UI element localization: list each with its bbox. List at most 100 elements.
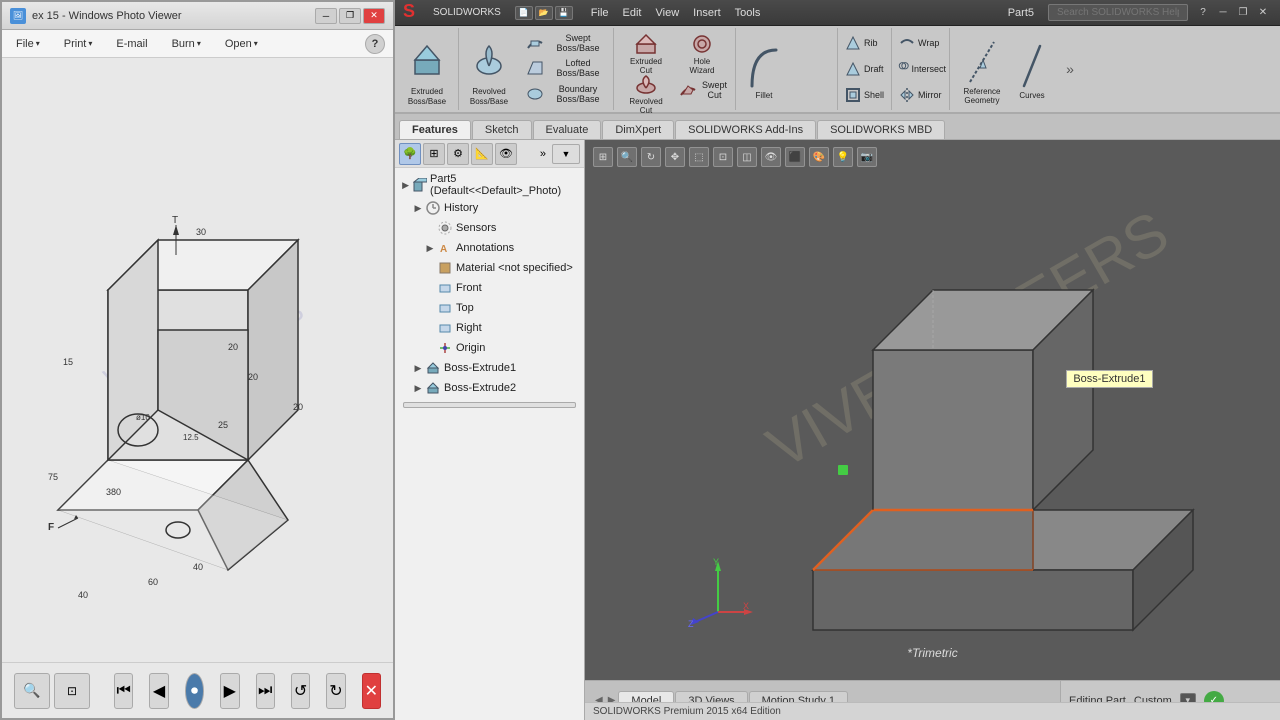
tree-sensors-label: Sensors [456, 222, 496, 234]
tab-features[interactable]: Features [399, 120, 471, 139]
pv-burn-menu[interactable]: Burn ▾ [166, 36, 207, 52]
expand-toolbar-button[interactable]: » [1062, 28, 1078, 110]
rib-button[interactable]: Rib [842, 30, 890, 56]
mirror-button[interactable]: Mirror [896, 82, 948, 108]
part-icon [412, 177, 427, 193]
sw-feature-tree-panel: 🌳 ⊞ ⚙ 📐 👁 » ▼ ▶ Part5 (Default<<Default>… [395, 140, 585, 720]
fillet-button[interactable]: Fillet [740, 30, 788, 112]
tab-solidworks-mbd[interactable]: SOLIDWORKS MBD [817, 120, 945, 139]
tree-origin-item[interactable]: Origin [395, 338, 584, 358]
tab-dimxpert[interactable]: DimXpert [602, 120, 674, 139]
sw-file-menu[interactable]: File [585, 5, 615, 21]
svg-text:380: 380 [106, 487, 121, 497]
delete-button[interactable]: ✕ [362, 673, 381, 709]
new-button[interactable]: 📄 [515, 6, 533, 20]
tree-front-item[interactable]: Front [395, 278, 584, 298]
sw-help-button[interactable]: ? [1194, 5, 1212, 21]
revolved-cut-button[interactable]: RevolvedCut [618, 70, 674, 110]
tree-boss-extrude2-expand[interactable]: ▶ [411, 381, 425, 395]
wrap-button[interactable]: Wrap [896, 30, 948, 56]
pv-open-menu[interactable]: Open ▾ [219, 36, 264, 52]
tree-right-item[interactable]: Right [395, 318, 584, 338]
sw-minimize-button[interactable]: ─ [1214, 5, 1232, 21]
feature-tree-icon[interactable]: 🌳 [399, 143, 421, 165]
fillet-icon [748, 42, 780, 90]
sw-close-button[interactable]: ✕ [1254, 5, 1272, 21]
rollback-bar[interactable] [403, 402, 576, 408]
svg-text:12.5: 12.5 [183, 433, 199, 442]
fit-button[interactable]: ⊡ [54, 673, 90, 709]
configuration-manager-icon[interactable]: ⚙ [447, 143, 469, 165]
hole-wizard-button[interactable]: HoleWizard [674, 30, 730, 70]
tree-boss-extrude1-expand[interactable]: ▶ [411, 361, 425, 375]
boundary-boss-base-button[interactable]: Boundary Boss/Base [521, 81, 611, 108]
prev-button[interactable]: ⏮ [114, 673, 133, 709]
tree-history-item[interactable]: ▶ History [395, 198, 584, 218]
display-manager-icon[interactable]: 👁 [495, 143, 517, 165]
lofted-boss-base-button[interactable]: Lofted Boss/Base [521, 55, 611, 80]
sw-edit-menu[interactable]: Edit [617, 5, 648, 21]
svg-text:X: X [743, 601, 749, 611]
tree-annotations-item[interactable]: ▶ A Annotations [395, 238, 584, 258]
pv-close-button[interactable]: ✕ [363, 8, 385, 24]
extruded-boss-label: ExtrudedBoss/Base [408, 87, 446, 106]
extruded-boss-base-button[interactable]: ExtrudedBoss/Base [401, 30, 453, 112]
zoom-in-button[interactable]: 🔍 [14, 673, 50, 709]
tree-boss-extrude2-item[interactable]: ▶ Boss-Extrude2 [395, 378, 584, 398]
revolved-boss-group: RevolvedBoss/Base [461, 28, 517, 110]
pv-file-menu[interactable]: File ▾ [10, 36, 46, 52]
tab-evaluate[interactable]: Evaluate [533, 120, 602, 139]
plane-right-icon [437, 320, 453, 336]
slideshow-button[interactable]: ⏺ [185, 673, 204, 709]
pv-minimize-button[interactable]: ─ [315, 8, 337, 24]
lofted-boss-label: Lofted Boss/Base [549, 58, 607, 78]
tree-boss-extrude1-item[interactable]: ▶ Boss-Extrude1 [395, 358, 584, 378]
tab-sketch[interactable]: Sketch [472, 120, 532, 139]
property-manager-icon[interactable]: ⊞ [423, 143, 445, 165]
pv-restore-button[interactable]: ❐ [339, 8, 361, 24]
tree-root-item[interactable]: ▶ Part5 (Default<<Default>_Photo) [395, 172, 584, 198]
tree-annotations-label: Annotations [456, 242, 514, 254]
tree-history-expand[interactable]: ▶ [411, 201, 425, 215]
reference-geometry-label: ReferenceGeometry [964, 87, 1001, 105]
filter-button[interactable]: ▼ [552, 144, 580, 164]
tree-history-label: History [444, 202, 478, 214]
open-button[interactable]: 📂 [535, 6, 553, 20]
extruded-cut-button[interactable]: ExtrudedCut [618, 30, 674, 70]
tree-top-item[interactable]: Top [395, 298, 584, 318]
draft-button[interactable]: Draft [842, 56, 890, 82]
shell-button[interactable]: Shell [842, 82, 890, 108]
tree-material-item[interactable]: Material <not specified> [395, 258, 584, 278]
rotate-ccw-button[interactable]: ↺ [291, 673, 310, 709]
dim-xpert-manager-icon[interactable]: 📐 [471, 143, 493, 165]
curves-button[interactable]: Curves [1010, 30, 1054, 112]
prev-frame-button[interactable]: ◀ [149, 673, 168, 709]
tree-origin-label: Origin [456, 342, 485, 354]
pv-help-button[interactable]: ? [365, 34, 385, 54]
swept-cut-icon [678, 80, 698, 100]
swept-cut-button[interactable]: Swept Cut [674, 70, 730, 110]
next-button[interactable]: ⏭ [256, 673, 275, 709]
tree-annotations-expand[interactable]: ▶ [423, 241, 437, 255]
tree-sensors-item[interactable]: Sensors [395, 218, 584, 238]
sw-search-input[interactable] [1048, 4, 1188, 21]
tab-solidworks-addins[interactable]: SOLIDWORKS Add-Ins [675, 120, 816, 139]
tree-root-expand[interactable]: ▶ [399, 178, 412, 192]
reference-geometry-button[interactable]: ReferenceGeometry [956, 30, 1008, 112]
next-frame-button[interactable]: ▶ [220, 673, 239, 709]
swept-boss-base-button[interactable]: Swept Boss/Base [521, 30, 611, 55]
sw-insert-menu[interactable]: Insert [687, 5, 727, 21]
sw-restore-button[interactable]: ❐ [1234, 5, 1252, 21]
revolved-boss-base-button[interactable]: RevolvedBoss/Base [463, 30, 515, 112]
pv-email-menu[interactable]: E-mail [110, 36, 153, 52]
revolved-boss-label: RevolvedBoss/Base [470, 87, 508, 106]
sw-tools-menu[interactable]: Tools [729, 5, 767, 21]
intersect-button[interactable]: Intersect [896, 56, 948, 82]
save-button[interactable]: 💾 [555, 6, 573, 20]
sw-view-menu[interactable]: View [650, 5, 686, 21]
expand-more-icon[interactable]: » [540, 148, 546, 160]
pv-print-menu[interactable]: Print ▾ [58, 36, 99, 52]
rotate-cw-button[interactable]: ↻ [326, 673, 345, 709]
rib-label: Rib [864, 38, 878, 48]
drag-handle[interactable] [838, 465, 848, 475]
